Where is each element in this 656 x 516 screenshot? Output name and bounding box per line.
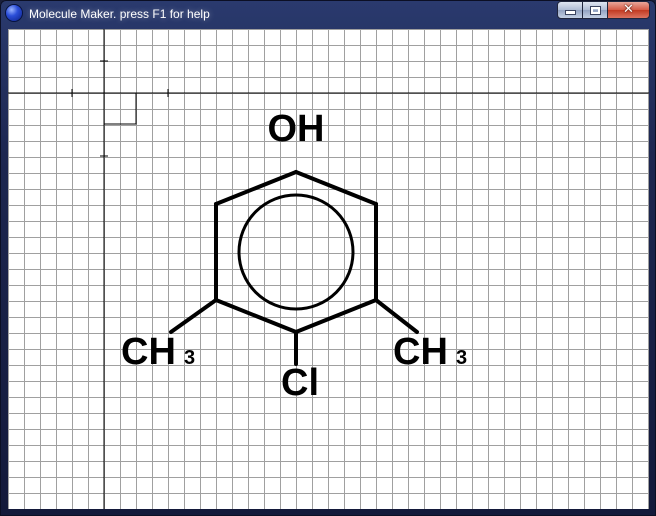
minimize-icon — [564, 10, 576, 15]
atom-label-methyl-left[interactable]: CH — [121, 331, 176, 373]
minimize-button[interactable] — [557, 1, 583, 19]
methyl-left-subscript: 3 — [184, 347, 195, 369]
atom-label-hydroxyl[interactable]: OH — [268, 108, 325, 150]
ring-bond[interactable] — [294, 298, 378, 334]
app-icon[interactable] — [6, 5, 22, 21]
ring-bond[interactable] — [294, 170, 378, 206]
atom-label-chlorine[interactable]: Cl — [281, 362, 319, 404]
close-icon: ✕ — [623, 2, 634, 17]
ring-bond[interactable] — [214, 170, 298, 206]
aromatic-circle[interactable] — [237, 193, 355, 311]
ring-bond[interactable] — [214, 298, 298, 334]
title-bar[interactable]: Molecule Maker. press F1 for help ✕ — [0, 0, 656, 28]
bond-methyl-left[interactable] — [169, 298, 218, 334]
bond-methyl-right[interactable] — [374, 298, 419, 334]
atom-label-methyl-right[interactable]: CH — [393, 331, 448, 373]
cursor-box — [104, 93, 137, 125]
maximize-icon — [589, 5, 601, 15]
molecule-drawing: OH Cl CH 3 CH 3 — [8, 29, 649, 509]
window-title: Molecule Maker. press F1 for help — [29, 7, 210, 21]
maximize-button[interactable] — [582, 1, 608, 19]
app-window: Molecule Maker. press F1 for help ✕ OH C… — [0, 0, 656, 516]
close-button[interactable]: ✕ — [607, 1, 650, 19]
drawing-canvas[interactable]: OH Cl CH 3 CH 3 — [8, 29, 649, 509]
methyl-right-subscript: 3 — [456, 347, 467, 369]
